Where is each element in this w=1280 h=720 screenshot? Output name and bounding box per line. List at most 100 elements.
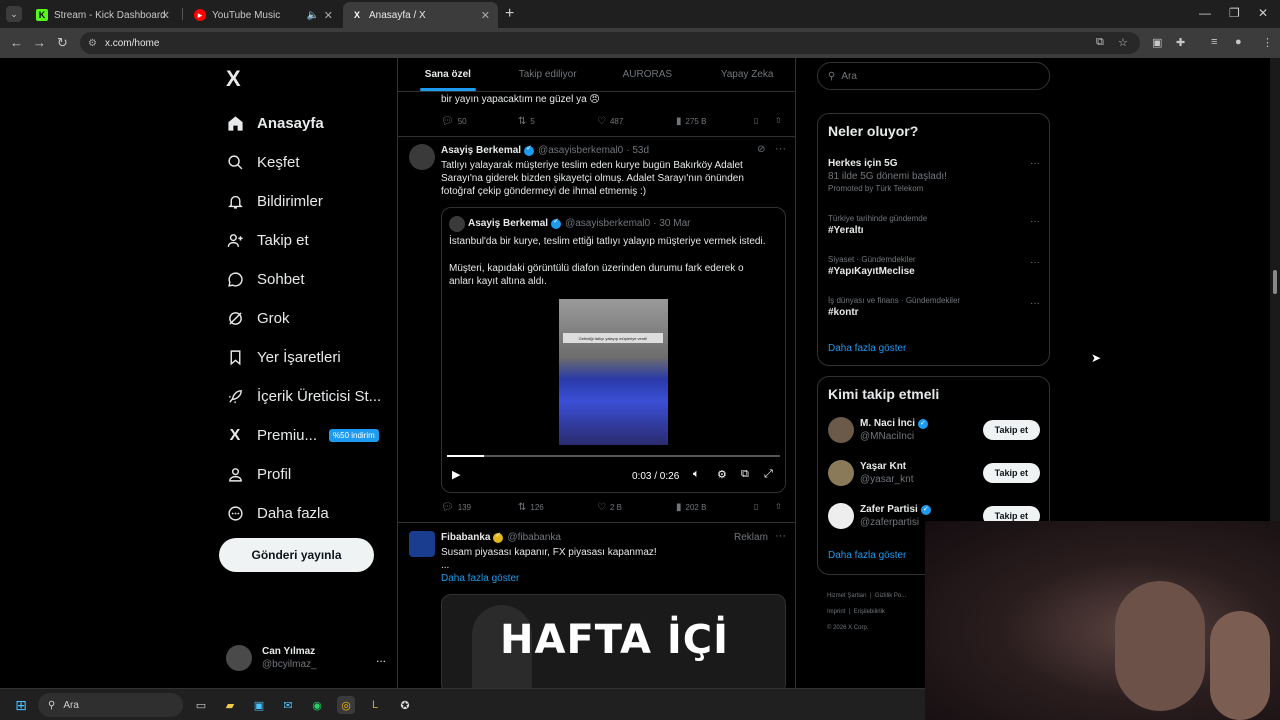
extensions-puzzle-icon[interactable]: ✚ [1176, 36, 1185, 49]
more-icon[interactable]: ··· [1030, 257, 1040, 268]
nav-profile[interactable]: Profil [226, 455, 396, 494]
footer-link[interactable]: Imprint [827, 609, 845, 615]
account-switcher[interactable]: Can Yılmaz @bcyilmaz_ ... [226, 641, 386, 675]
views-button[interactable]: ▮ 202 B [676, 502, 706, 513]
who-show-more-link[interactable]: Daha fazla göster [828, 550, 906, 561]
nav-home[interactable]: Anasayfa [226, 104, 396, 143]
reply-button[interactable]: 💬︎ 50 [441, 116, 467, 127]
follow-button[interactable]: Takip et [982, 463, 1040, 483]
video-frame[interactable]: Getirdiği tatlıyı yalayıp müşteriye verd… [559, 299, 668, 445]
picture-in-picture-icon[interactable]: ⧉ [741, 468, 749, 481]
suggested-account[interactable]: Yaşar Knt @yasar_knt Takip et [828, 458, 1040, 488]
profile-avatar-icon[interactable]: ● [1235, 36, 1242, 48]
share-icon[interactable]: ⇧ [775, 116, 782, 125]
close-tab-icon[interactable]: ✕ [161, 9, 170, 22]
author-name[interactable]: Fibabanka [441, 532, 490, 543]
speaker-icon[interactable]: 🔈 [307, 10, 319, 21]
more-icon[interactable]: ··· [775, 530, 786, 542]
close-tab-icon[interactable]: ✕ [324, 9, 333, 22]
file-explorer-icon[interactable]: ▰ [221, 696, 239, 714]
browser-tab-x-home[interactable]: X Anasayfa / X ✕ [343, 2, 498, 28]
task-view-icon[interactable]: ▭ [192, 696, 210, 714]
follow-button[interactable]: Takip et [982, 420, 1040, 440]
tab-ai[interactable]: Yapay Zeka [697, 58, 795, 91]
quoted-tweet[interactable]: Asayiş Berkemal @asayisberkemal0 · 30 Ma… [441, 207, 786, 493]
close-window-icon[interactable]: ✕ [1258, 6, 1268, 20]
new-tab-button[interactable]: + [505, 5, 514, 23]
nav-grok[interactable]: Grok [226, 299, 396, 338]
close-tab-icon[interactable]: ✕ [481, 9, 490, 22]
maximize-icon[interactable]: ❐ [1229, 6, 1240, 20]
author-name[interactable]: Asayiş Berkemal [441, 145, 521, 156]
nav-premium[interactable]: X Premiu... %50 indirim [226, 416, 396, 455]
game-launcher-icon[interactable]: ✪ [396, 696, 414, 714]
more-icon[interactable]: ··· [1030, 158, 1040, 169]
tab-for-you[interactable]: Sana özel [398, 58, 498, 91]
taskbar-search[interactable]: ⚲ Ara [38, 693, 183, 717]
bookmark-icon[interactable]: ▯ [754, 502, 758, 511]
video-progress-bar[interactable] [447, 455, 780, 457]
like-button[interactable]: ♡ 487 [597, 116, 623, 127]
store-icon[interactable]: ▣ [250, 696, 268, 714]
views-button[interactable]: ▮ 275 B [676, 116, 706, 127]
author-handle[interactable]: @asayisberkemal0 [538, 145, 623, 156]
browser-tab-youtube-music[interactable]: ▸ YouTube Music 🔈 ✕ [186, 4, 341, 26]
settings-gear-icon[interactable]: ⚙ [717, 468, 727, 481]
repost-button[interactable]: ⇅ 5 [518, 116, 535, 127]
nav-more[interactable]: Daha fazla [226, 494, 396, 533]
volume-icon[interactable]: 🔈︎ [693, 468, 700, 481]
bookmark-icon[interactable]: ▯ [754, 116, 758, 125]
trend-item[interactable]: İş dünyası ve finans · Gündemdekiler #ko… [828, 296, 1040, 318]
more-icon[interactable]: ··· [775, 143, 786, 155]
back-icon[interactable]: ← [10, 35, 23, 50]
avatar[interactable] [409, 144, 435, 170]
tab-following[interactable]: Takip ediliyor [498, 58, 598, 91]
trends-show-more-link[interactable]: Daha fazla göster [828, 343, 906, 354]
more-icon[interactable]: ··· [1030, 298, 1040, 309]
whatsapp-icon[interactable]: ◉ [308, 696, 326, 714]
mail-icon[interactable]: ✉ [279, 696, 297, 714]
browser-tab-kick[interactable]: K Stream - Kick Dashboard ✕ [28, 4, 178, 26]
grok-icon[interactable]: ⊘ [757, 144, 765, 155]
tab-auroras[interactable]: AURORAS [598, 58, 698, 91]
reload-icon[interactable]: ↻ [57, 35, 68, 51]
repost-button[interactable]: ⇅ 126 [518, 502, 544, 513]
install-app-icon[interactable]: ⧉ [1096, 36, 1104, 49]
author-handle[interactable]: @fibabanka [507, 532, 561, 543]
trend-item[interactable]: Herkes için 5G 81 ilde 5G dönemi başladı… [828, 156, 1040, 193]
minimize-icon[interactable]: — [1199, 6, 1211, 20]
nav-follow[interactable]: Takip et [226, 221, 396, 260]
show-more-link[interactable]: Daha fazla göster [441, 572, 519, 585]
scrollbar-thumb[interactable] [1273, 270, 1277, 294]
share-icon[interactable]: ⇧ [775, 502, 782, 511]
footer-link[interactable]: Erişilebilirlik [854, 609, 885, 615]
bookmark-star-icon[interactable]: ☆ [1118, 36, 1128, 49]
post-button[interactable]: Gönderi yayınla [219, 538, 374, 572]
footer-link[interactable]: Hizmet Şartları [827, 593, 867, 599]
video-player[interactable]: Getirdiği tatlıyı yalayıp müşteriye verd… [442, 298, 785, 492]
x-logo-icon[interactable]: X [226, 66, 241, 92]
chrome-icon[interactable]: ◎ [337, 696, 355, 714]
search-input[interactable]: ⚲ Ara [817, 62, 1050, 90]
nav-creator-studio[interactable]: İçerik Üreticisi St... [226, 377, 396, 416]
more-icon[interactable]: ... [376, 651, 386, 665]
trend-item[interactable]: Siyaset · Gündemdekiler #YapıKayıtMeclis… [828, 255, 1040, 277]
site-info-icon[interactable]: ⚙ [88, 38, 97, 49]
nav-chat[interactable]: Sohbet [226, 260, 396, 299]
media-control-icon[interactable]: ≡ [1211, 36, 1217, 48]
trend-item[interactable]: Türkiye tarihinde gündemde #Yeraltı ··· [828, 214, 1040, 236]
tab-search-dropdown-icon[interactable]: ⌄ [6, 6, 22, 22]
nav-bookmarks[interactable]: Yer İşaretleri [226, 338, 396, 377]
extension-icon[interactable]: ▣ [1152, 36, 1162, 49]
suggested-account[interactable]: M. Naci İnci @MNaciInci Takip et [828, 415, 1040, 445]
footer-link[interactable]: Gizlilik Po... [875, 593, 906, 599]
reply-button[interactable]: 💬︎ 139 [441, 502, 471, 513]
league-icon[interactable]: L [366, 696, 384, 714]
ad-image[interactable]: HAFTA İÇİ [441, 594, 786, 688]
browser-menu-icon[interactable]: ⋮ [1262, 36, 1273, 49]
fullscreen-icon[interactable]: ⤢ [764, 468, 773, 481]
fibabanka-logo[interactable] [409, 531, 435, 557]
windows-start-icon[interactable]: ⊞ [12, 696, 30, 714]
address-bar[interactable]: ⚙ x.com/home [80, 32, 1140, 54]
like-button[interactable]: ♡ 2 B [597, 502, 622, 513]
